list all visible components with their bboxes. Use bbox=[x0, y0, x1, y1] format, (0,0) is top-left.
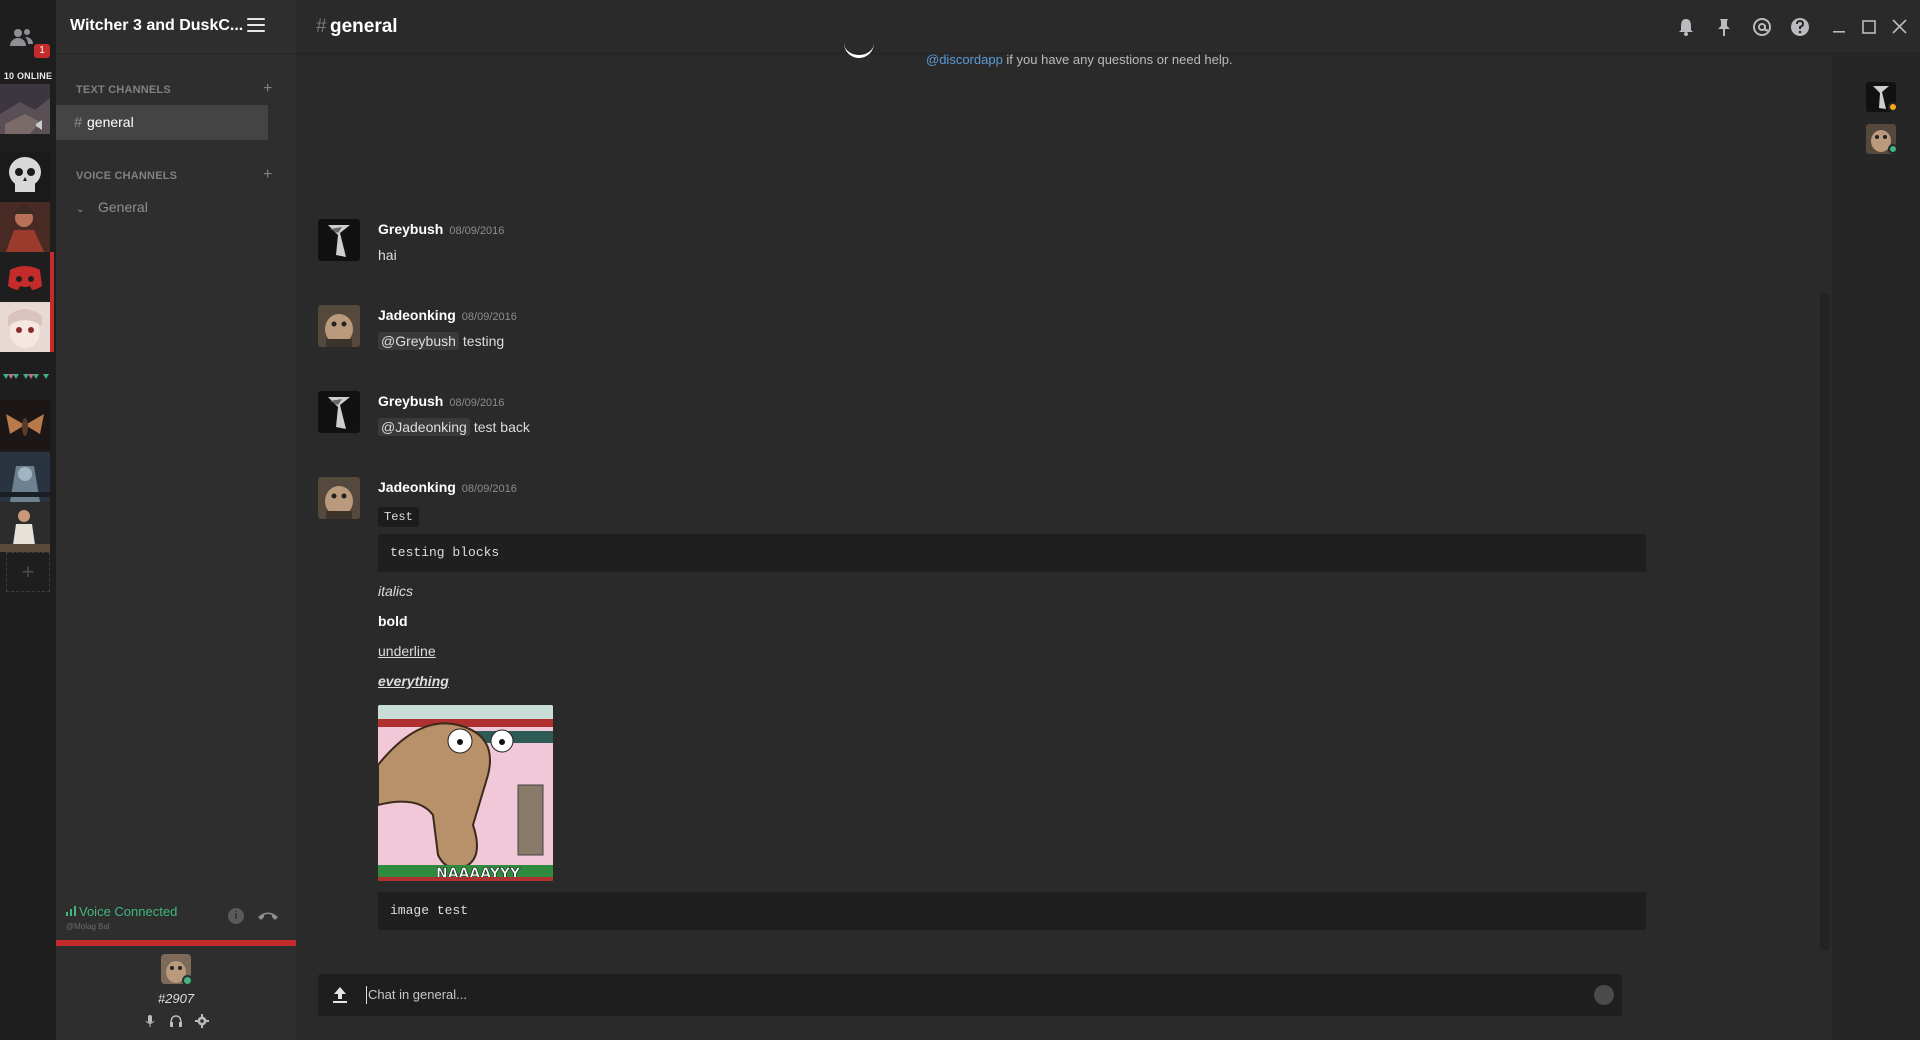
text-channels-category[interactable]: TEXT CHANNELS bbox=[76, 84, 171, 96]
message-input[interactable]: Chat in general... bbox=[368, 987, 467, 1002]
user-mention[interactable]: @Greybush bbox=[378, 332, 459, 350]
message-author[interactable]: Greybush 08/09/2016 bbox=[378, 393, 504, 409]
chat-main: # general @discordapp if you have any qu… bbox=[296, 0, 1920, 1040]
settings-gear-icon[interactable] bbox=[195, 1014, 209, 1028]
info-icon[interactable]: i bbox=[228, 908, 244, 924]
message-text: @Greybush testing bbox=[378, 332, 504, 350]
microphone-icon[interactable] bbox=[143, 1014, 157, 1028]
close-icon[interactable] bbox=[1890, 17, 1910, 37]
server-icon-discord[interactable] bbox=[0, 252, 54, 302]
message-composer[interactable]: Chat in general... bbox=[318, 974, 1622, 1016]
inline-code: Test bbox=[378, 507, 419, 527]
underline-text: underline bbox=[378, 643, 436, 659]
menu-icon[interactable] bbox=[247, 18, 265, 32]
welcome-text: @discordapp if you have any questions or… bbox=[926, 52, 1233, 67]
user-mention[interactable]: @Jadeonking bbox=[378, 418, 470, 436]
voice-channel-general[interactable]: ⌄ General bbox=[76, 199, 148, 215]
avatar[interactable] bbox=[318, 477, 360, 519]
channel-item-general[interactable]: # general bbox=[56, 105, 268, 140]
channel-sidebar: Witcher 3 and DuskC... TEXT CHANNELS + #… bbox=[56, 0, 296, 1040]
bell-icon[interactable] bbox=[1676, 17, 1696, 37]
message-author[interactable]: Greybush 08/09/2016 bbox=[378, 221, 504, 237]
notification-badge: 1 bbox=[34, 44, 50, 58]
signal-icon bbox=[66, 906, 76, 916]
message-timestamp: 08/09/2016 bbox=[449, 225, 505, 237]
minimize-icon[interactable] bbox=[1830, 17, 1850, 37]
disconnect-icon[interactable] bbox=[256, 908, 280, 922]
server-icon-portrait[interactable] bbox=[0, 202, 50, 252]
server-icon-anime[interactable] bbox=[0, 302, 54, 352]
member-list bbox=[1832, 54, 1920, 1040]
user-discriminator: #2907 bbox=[157, 991, 195, 1006]
hash-icon: # bbox=[316, 16, 327, 37]
chevron-down-icon: ⌄ bbox=[76, 204, 85, 215]
page-title: general bbox=[330, 16, 398, 37]
status-idle-indicator bbox=[1888, 102, 1898, 112]
voice-connected-label: Voice Connected bbox=[66, 904, 177, 919]
add-text-channel-icon[interactable]: + bbox=[263, 80, 272, 98]
upload-icon[interactable] bbox=[332, 986, 348, 1004]
message-author[interactable]: Jadeonking 08/09/2016 bbox=[378, 479, 517, 495]
message-text: hai bbox=[378, 247, 397, 263]
italic-text: italics bbox=[378, 583, 414, 599]
channel-header: # general bbox=[296, 0, 1920, 54]
online-count: 10 ONLINE bbox=[3, 71, 53, 81]
code-block-image-test: image test bbox=[378, 892, 1646, 930]
message-timestamp: 08/09/2016 bbox=[461, 483, 517, 495]
avatar[interactable] bbox=[318, 391, 360, 433]
image-attachment[interactable]: NAAAAYYY bbox=[378, 705, 553, 881]
friends-icon bbox=[10, 29, 33, 46]
message-timestamp: 08/09/2016 bbox=[461, 311, 517, 323]
message-text: @Jadeonking test back bbox=[378, 418, 530, 436]
discordapp-link[interactable]: @discordapp bbox=[926, 52, 1003, 67]
hash-icon: # bbox=[74, 114, 83, 131]
mention-icon[interactable] bbox=[1752, 17, 1772, 37]
voice-connected-sub: @Molag Bal bbox=[66, 922, 110, 931]
voice-channel-name: General bbox=[98, 199, 148, 215]
add-server-button[interactable]: + bbox=[6, 552, 50, 592]
message-author[interactable]: Jadeonking 08/09/2016 bbox=[378, 307, 517, 323]
discord-app: 1 10 ONLINE + Witcher 3 and DuskC... TEX… bbox=[0, 0, 1920, 1040]
bold-text: bold bbox=[378, 613, 408, 629]
headphones-icon[interactable] bbox=[169, 1014, 183, 1028]
scrollbar[interactable] bbox=[1820, 294, 1830, 950]
guild-header[interactable]: Witcher 3 and DuskC... bbox=[56, 0, 296, 54]
server-rail: 1 10 ONLINE + bbox=[0, 0, 56, 1040]
server-icon-moth[interactable] bbox=[0, 400, 50, 450]
user-panel: #2907 bbox=[56, 946, 296, 1040]
voice-channels-category[interactable]: VOICE CHANNELS bbox=[76, 170, 177, 182]
text-cursor bbox=[366, 986, 367, 1004]
emoji-picker-icon[interactable] bbox=[1594, 985, 1614, 1005]
message-4: Jadeonking 08/09/2016 Test testing blocks… bbox=[318, 477, 1658, 937]
status-online-indicator bbox=[1888, 144, 1898, 154]
channel-name: general bbox=[87, 114, 134, 130]
help-icon[interactable] bbox=[1790, 17, 1810, 37]
avatar[interactable] bbox=[318, 219, 360, 261]
formatted-text-everything: everything bbox=[378, 673, 449, 689]
server-icon-1[interactable] bbox=[0, 84, 50, 134]
maximize-icon[interactable] bbox=[1860, 17, 1880, 37]
server-icon-skull[interactable] bbox=[0, 152, 50, 202]
code-block: testing blocks bbox=[378, 534, 1646, 572]
voice-status-panel: Voice Connected @Molag Bal i bbox=[56, 898, 296, 940]
guild-name: Witcher 3 and DuskC... bbox=[70, 17, 244, 34]
server-icon-game[interactable] bbox=[0, 452, 50, 502]
message-timestamp: 08/09/2016 bbox=[449, 397, 505, 409]
avatar[interactable] bbox=[318, 305, 360, 347]
add-voice-channel-icon[interactable]: + bbox=[263, 166, 272, 184]
pin-icon[interactable] bbox=[1714, 17, 1734, 37]
status-online-indicator bbox=[182, 975, 193, 986]
server-icon-person[interactable] bbox=[0, 502, 50, 552]
